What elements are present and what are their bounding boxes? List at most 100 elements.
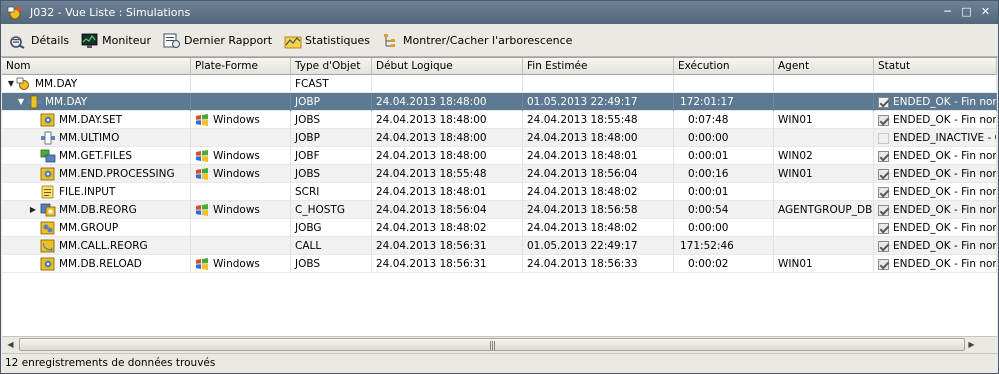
cell-type: C_HOSTG xyxy=(291,201,372,219)
window-controls: ─ □ ✕ xyxy=(939,4,994,20)
execution-text: 0:00:00 xyxy=(688,132,729,144)
cell-debut: 24.04.2013 18:48:01 xyxy=(372,183,523,201)
table-row[interactable]: MM.GROUP JOBG 24.04.2013 18:48:02 24.04.… xyxy=(2,219,997,237)
windows-logo-icon xyxy=(196,150,208,162)
cell-debut: 24.04.2013 18:48:00 xyxy=(372,111,523,129)
status-check-icon xyxy=(878,258,889,270)
moniteur-button[interactable]: Moniteur xyxy=(78,30,154,52)
table-row-selected[interactable]: ▼ MM.DAY JOBP 24.04.2013 18:48:00 01.05.… xyxy=(2,93,997,111)
cell-debut: 24.04.2013 18:56:31 xyxy=(372,255,523,273)
table-row[interactable]: ▶ MM.DB.REORG Windows C_HOSTG 24.04.2013… xyxy=(2,201,997,219)
cell-agent: WIN01 xyxy=(774,165,874,183)
minimize-icon[interactable]: ─ xyxy=(939,4,956,20)
cell-debut: 24.04.2013 18:48:00 xyxy=(372,93,523,111)
cell-fin: 01.05.2013 22:49:17 xyxy=(523,237,674,255)
file-transfer-icon xyxy=(40,149,56,163)
horizontal-scrollbar[interactable]: ◀ ||| ▶ xyxy=(2,336,997,353)
job-icon xyxy=(40,113,55,127)
cell-statut: ENDED_OK - Fin norm. xyxy=(874,183,997,201)
scroll-left-icon[interactable]: ◀ xyxy=(3,338,18,352)
execution-text: 0:00:02 xyxy=(688,258,729,270)
cell-plate-forme: Windows xyxy=(191,201,291,219)
cell-statut: ENDED_OK - Fin norm. xyxy=(874,93,997,111)
object-name: MM.DAY xyxy=(45,96,88,108)
table-row[interactable]: MM.DB.RELOAD Windows JOBS 24.04.2013 18:… xyxy=(2,255,997,273)
moniteur-label: Moniteur xyxy=(102,34,151,47)
header-fin-estimee[interactable]: Fin Estimée xyxy=(523,58,674,75)
header-plate-forme[interactable]: Plate-Forme xyxy=(191,58,291,75)
header-debut-logique[interactable]: Début Logique xyxy=(372,58,523,75)
cell-statut: ENDED_OK - Fin norm. xyxy=(874,147,997,165)
details-button[interactable]: Détails xyxy=(7,30,72,52)
status-check-icon xyxy=(878,204,889,216)
platform-text: Windows xyxy=(213,204,260,216)
table-header: Nom Plate-Forme Type d'Objet Début Logiq… xyxy=(2,58,997,75)
status-text: ENDED_OK - Fin norm. xyxy=(893,222,997,234)
cell-statut: ENDED_OK - Fin norm. xyxy=(874,165,997,183)
scroll-right-icon[interactable]: ▶ xyxy=(964,338,979,352)
cell-nom: ▼ MM.DAY xyxy=(2,93,191,111)
table-row[interactable]: MM.DAY.SET Windows JOBS 24.04.2013 18:48… xyxy=(2,111,997,129)
cell-plate-forme xyxy=(191,93,291,111)
status-text: ENDED_OK - Fin norm. xyxy=(893,150,997,162)
dernier-rapport-button[interactable]: Dernier Rapport xyxy=(160,30,275,52)
platform-text: Windows xyxy=(213,114,260,126)
cell-execution xyxy=(674,75,774,93)
montrer-cacher-button[interactable]: Montrer/Cacher l'arborescence xyxy=(379,30,575,52)
status-check-icon xyxy=(878,222,889,234)
close-icon[interactable]: ✕ xyxy=(977,4,994,20)
cell-plate-forme xyxy=(191,129,291,147)
object-name: MM.DAY.SET xyxy=(59,114,123,126)
statistiques-button[interactable]: Statistiques xyxy=(281,30,373,52)
header-type-objet[interactable]: Type d'Objet xyxy=(291,58,372,75)
platform-text: Windows xyxy=(213,150,260,162)
table-row[interactable]: MM.GET.FILES Windows JOBF 24.04.2013 18:… xyxy=(2,147,997,165)
cell-agent: WIN01 xyxy=(774,111,874,129)
cell-type: JOBS xyxy=(291,165,372,183)
cell-type: FCAST xyxy=(291,75,372,93)
windows-logo-icon xyxy=(196,114,208,126)
window-title: J032 - Vue Liste : Simulations xyxy=(30,6,191,19)
dernier-rapport-label: Dernier Rapport xyxy=(183,34,273,47)
execution-text: 0:00:01 xyxy=(688,186,729,198)
title-bar[interactable]: J032 - Vue Liste : Simulations ─ □ ✕ xyxy=(1,1,998,24)
object-name: MM.ULTIMO xyxy=(59,132,120,144)
windows-logo-icon xyxy=(196,168,208,180)
cell-type: JOBG xyxy=(291,219,372,237)
header-execution[interactable]: Exécution xyxy=(674,58,774,75)
table-row[interactable]: FILE.INPUT SCRI 24.04.2013 18:48:01 24.0… xyxy=(2,183,997,201)
details-label: Détails xyxy=(31,34,70,47)
status-check-icon xyxy=(878,186,889,198)
table-row[interactable]: ▼ MM.DAY FCAST xyxy=(2,75,997,93)
table-row[interactable]: MM.END.PROCESSING Windows JOBS 24.04.201… xyxy=(2,165,997,183)
cell-type: CALL xyxy=(291,237,372,255)
cell-agent: WIN02 xyxy=(774,147,874,165)
header-agent[interactable]: Agent xyxy=(774,58,874,75)
header-statut[interactable]: Statut xyxy=(874,58,997,75)
workflow-icon xyxy=(41,131,55,145)
cell-debut: 24.04.2013 18:56:04 xyxy=(372,201,523,219)
status-text: ENDED_OK - Fin norm. xyxy=(893,114,997,126)
cell-fin: 24.04.2013 18:56:33 xyxy=(523,255,674,273)
expand-arrow-icon[interactable]: ▼ xyxy=(16,93,26,111)
scrollbar-thumb[interactable]: ||| xyxy=(19,338,965,351)
cell-debut: 24.04.2013 18:56:31 xyxy=(372,237,523,255)
maximize-icon[interactable]: □ xyxy=(958,4,975,20)
expand-arrow-icon[interactable]: ▼ xyxy=(6,75,16,93)
cell-plate-forme xyxy=(191,183,291,201)
collapse-arrow-icon[interactable]: ▶ xyxy=(26,201,40,219)
job-icon xyxy=(40,257,55,271)
cell-nom: MM.END.PROCESSING xyxy=(2,165,191,183)
hostgroup-icon xyxy=(40,203,56,217)
object-name: MM.DB.REORG xyxy=(59,204,137,216)
status-text: ENDED_OK - Fin norm. xyxy=(893,96,997,108)
cell-plate-forme xyxy=(191,219,291,237)
cell-fin: 24.04.2013 18:48:02 xyxy=(523,219,674,237)
object-name: MM.DB.RELOAD xyxy=(59,258,142,270)
cell-debut: 24.04.2013 18:48:02 xyxy=(372,219,523,237)
table-row[interactable]: MM.ULTIMO JOBP 24.04.2013 18:48:00 24.04… xyxy=(2,129,997,147)
status-text: ENDED_OK - Fin norm. xyxy=(893,204,997,216)
header-nom[interactable]: Nom xyxy=(2,58,191,75)
table-row[interactable]: MM.CALL.REORG CALL 24.04.2013 18:56:31 0… xyxy=(2,237,997,255)
grip-icon: ||| xyxy=(488,341,496,351)
